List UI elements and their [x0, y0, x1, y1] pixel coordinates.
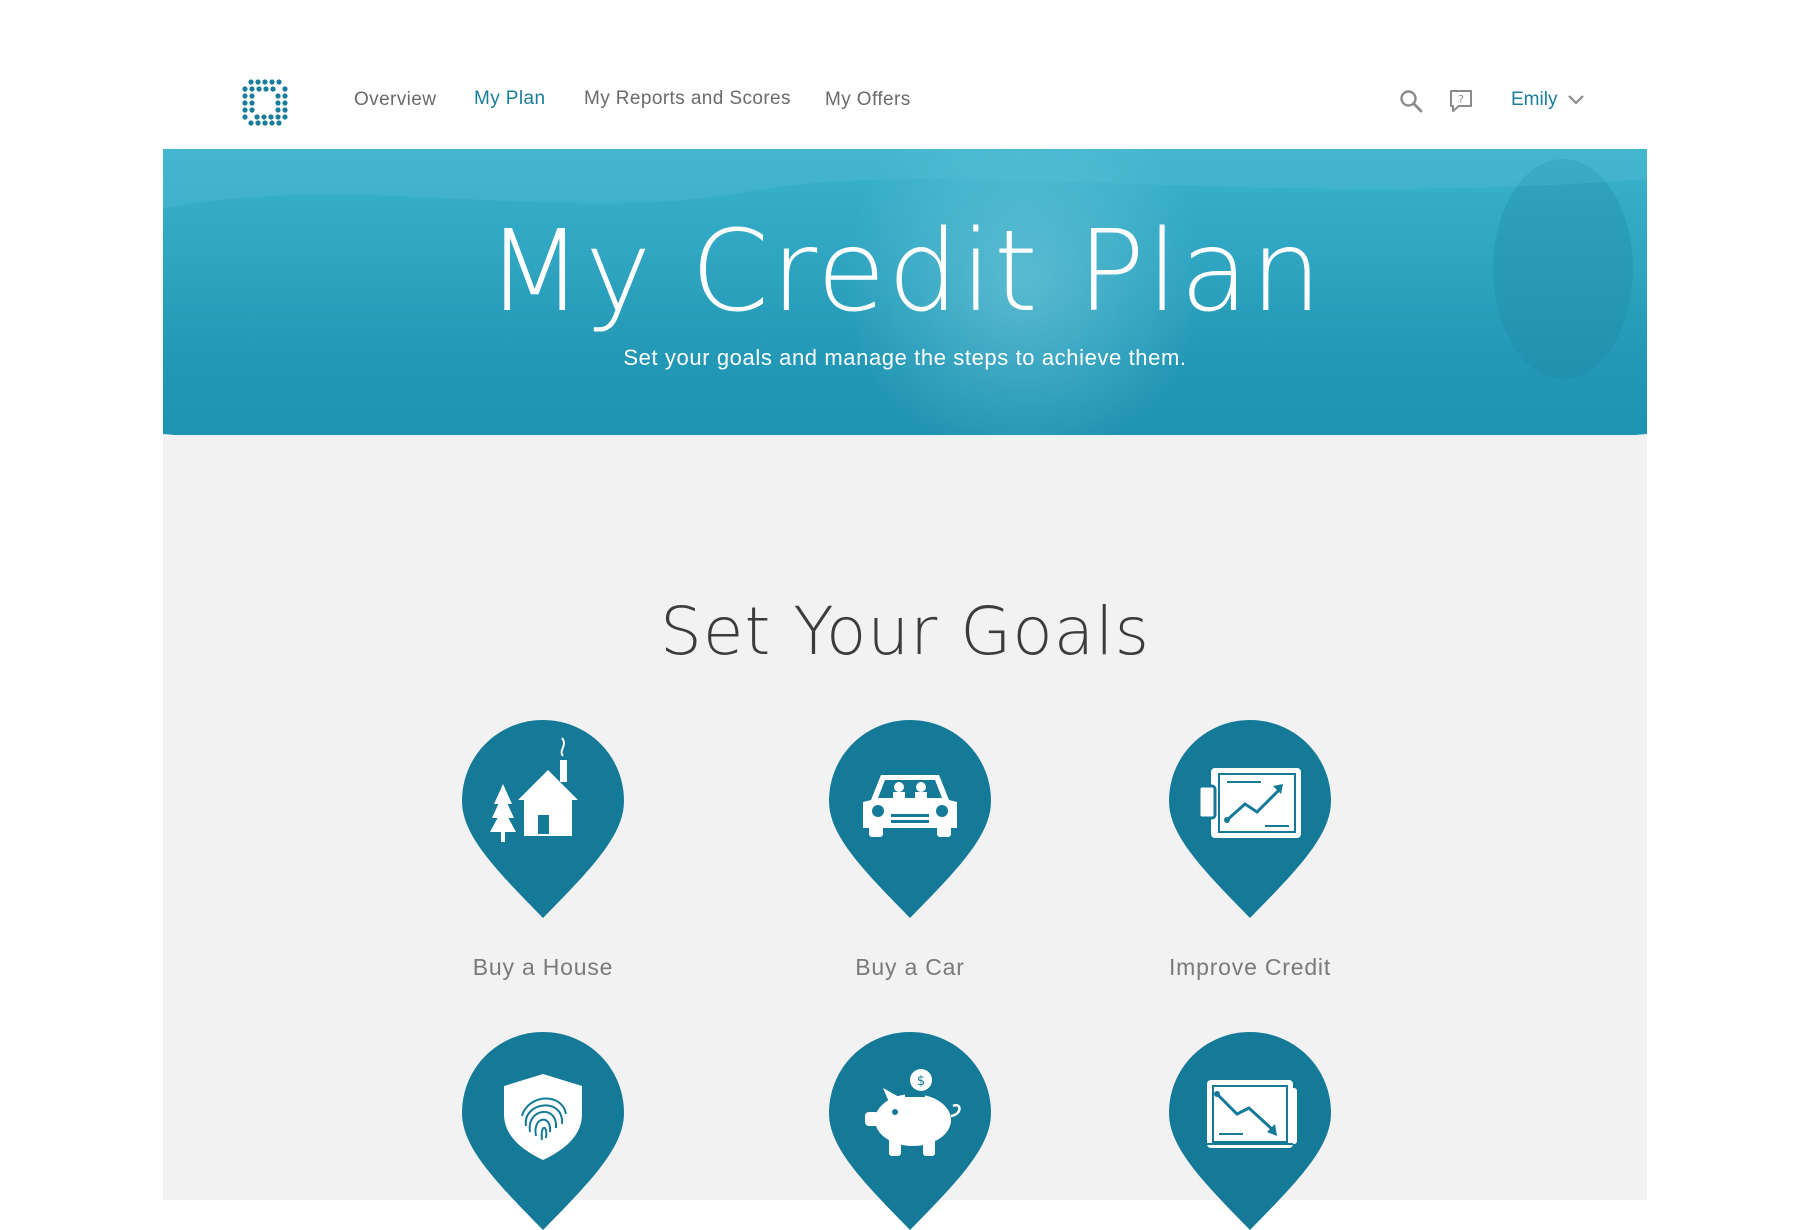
dotted-square-logo-icon[interactable] [241, 78, 289, 126]
goal-save-money[interactable]: $ [800, 1032, 1020, 1230]
user-name: Emily [1511, 89, 1558, 110]
goal-buy-house[interactable]: Buy a House [433, 720, 653, 981]
chevron-down-icon [1568, 95, 1585, 105]
user-menu[interactable]: Emily [1511, 89, 1585, 111]
goal-buy-car[interactable]: Buy a Car [800, 720, 1020, 981]
nav-overview[interactable]: Overview [354, 89, 436, 111]
nav-my-plan[interactable]: My Plan [474, 88, 545, 110]
goals-section: Set Your Goals Buy a House Buy a Car Imp… [163, 435, 1647, 1230]
help-chat-icon[interactable]: ? [1448, 88, 1474, 114]
page-frame: Overview My Plan My Reports and Scores M… [163, 0, 1647, 1230]
goal-protect-identity[interactable] [433, 1032, 653, 1230]
goal-label: Buy a House [472, 954, 614, 980]
goal-improve-credit[interactable]: Improve Credit [1140, 720, 1360, 981]
top-header: Overview My Plan My Reports and Scores M… [163, 0, 1647, 149]
hero-subtitle: Set your goals and manage the steps to a… [623, 345, 1187, 370]
goal-reduce-debt[interactable] [1140, 1032, 1360, 1230]
piggy-bank-icon: $ [829, 1032, 991, 1230]
svg-text:?: ? [1458, 93, 1464, 106]
credit-trend-up-icon [1169, 720, 1331, 918]
goal-label: Buy a Car [855, 954, 965, 980]
fingerprint-shield-icon [462, 1032, 624, 1230]
car-icon [829, 720, 991, 918]
search-icon[interactable] [1398, 88, 1424, 114]
nav-my-reports-and-scores[interactable]: My Reports and Scores [584, 88, 791, 110]
goals-title: Set Your Goals [660, 593, 1150, 670]
nav-my-offers[interactable]: My Offers [825, 89, 911, 111]
house-icon [462, 720, 624, 918]
credit-trend-down-icon [1169, 1032, 1331, 1230]
svg-text:$: $ [917, 1074, 925, 1089]
hero-title: My Credit Plan [486, 207, 1324, 337]
goal-label: Improve Credit [1168, 954, 1332, 980]
